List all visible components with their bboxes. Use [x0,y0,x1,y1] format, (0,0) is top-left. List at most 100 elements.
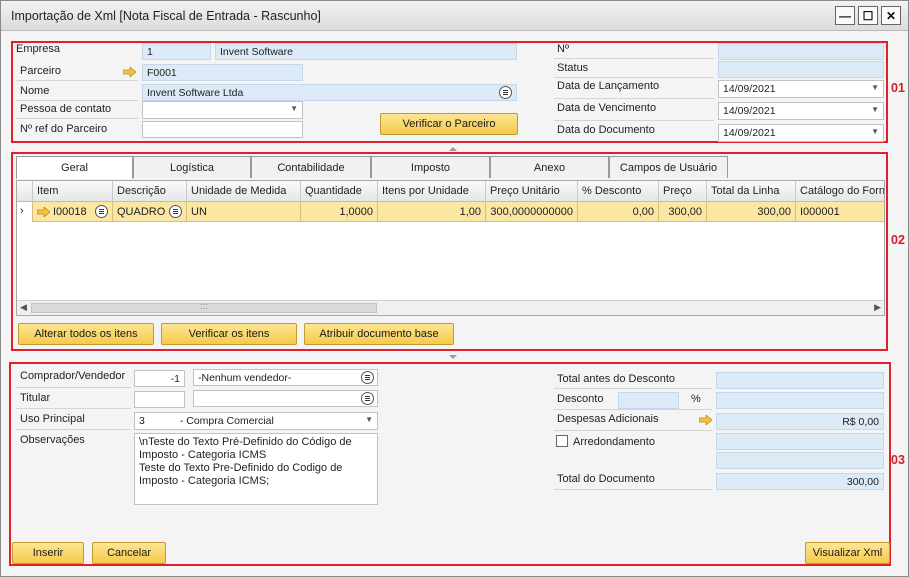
vencimento-date[interactable]: 14/09/2021 ▼ [718,102,884,120]
empresa-code-field[interactable]: 1 [142,43,211,60]
nref-label: Nº ref do Parceiro [20,123,108,135]
contato-label: Pessoa de contato [20,103,112,115]
comprador-name-field[interactable]: -Nenhum vendedor- [193,369,378,386]
scroll-thumb[interactable]: ::: [31,301,377,313]
numero-field[interactable] [718,43,884,60]
cancelar-button[interactable]: Cancelar [92,542,166,564]
alterar-itens-button[interactable]: Alterar todos os itens [18,323,154,345]
documento-label: Data do Documento [557,124,655,136]
cell-preco[interactable]: 300,00 [659,202,707,222]
cell-descricao[interactable]: QUADRO [113,202,187,222]
list-icon[interactable] [169,205,182,218]
verificar-parceiro-button[interactable]: Verificar o Parceiro [380,113,518,135]
chevron-down-icon: ▼ [290,104,298,113]
cell-desconto[interactable]: 0,00 [578,202,659,222]
row-divider [554,388,712,389]
col-desconto[interactable]: % Desconto [578,181,659,202]
desconto-pct-field[interactable] [618,392,679,409]
arredondamento-field[interactable] [716,433,884,450]
cell-itens-unidade[interactable]: 1,00 [378,202,486,222]
col-preco[interactable]: Preço [659,181,707,202]
link-arrow-icon[interactable] [123,67,136,77]
uso-principal-select[interactable]: 3 - Compra Comercial ▼ [134,412,378,430]
col-itens-unidade[interactable]: Itens por Unidade [378,181,486,202]
col-item[interactable]: Item [33,181,113,202]
total-documento-field[interactable]: 300,00 [716,473,884,490]
titular-label: Titular [20,392,51,404]
percent-label: % [691,393,701,405]
comprador-label: Comprador/Vendedor [20,370,126,382]
list-icon[interactable] [95,205,108,218]
documento-date[interactable]: 14/09/2021 ▼ [718,124,884,142]
uso-principal-label: Uso Principal [20,413,85,425]
total-antes-field[interactable] [716,372,884,389]
scroll-right-icon[interactable]: ▶ [874,302,881,313]
list-icon[interactable] [499,86,512,99]
scroll-left-icon[interactable]: ◀ [20,302,27,313]
splitter-up-icon[interactable] [449,147,457,151]
tab-imposto[interactable]: Imposto [371,156,490,178]
tab-campos-usuario[interactable]: Campos de Usuário [609,156,728,178]
link-arrow-icon[interactable] [699,415,712,425]
tab-contabilidade[interactable]: Contabilidade [251,156,371,178]
title-bar[interactable]: Importação de Xml [Nota Fiscal de Entrad… [1,1,908,31]
tab-anexo[interactable]: Anexo [490,156,609,178]
cell-total-linha[interactable]: 300,00 [707,202,796,222]
row-selector[interactable]: › [17,202,33,222]
link-arrow-icon[interactable] [37,207,50,217]
despesas-field[interactable]: R$ 0,00 [716,413,884,430]
col-total-linha[interactable]: Total da Linha [707,181,796,202]
status-field[interactable] [718,61,884,78]
cell-quantidade[interactable]: 1,0000 [301,202,378,222]
window-title: Importação de Xml [Nota Fiscal de Entrad… [11,9,321,23]
visualizar-xml-button[interactable]: Visualizar Xml [805,542,890,564]
arredondamento-checkbox[interactable] [556,435,568,447]
inserir-button[interactable]: Inserir [12,542,84,564]
col-quantidade[interactable]: Quantidade [301,181,378,202]
row-selector-header [17,181,33,202]
empresa-name-field[interactable]: Invent Software [215,43,517,60]
extra-field[interactable] [716,452,884,469]
row-divider [554,489,712,490]
vencimento-label: Data de Vencimento [557,102,657,114]
desconto-value-field[interactable] [716,392,884,409]
cell-preco-unitario[interactable]: 300,0000000000 [486,202,578,222]
col-descricao[interactable]: Descrição [113,181,187,202]
items-grid[interactable]: Item Descrição Unidade de Medida Quantid… [16,180,885,316]
list-icon[interactable] [361,392,374,405]
col-unidade[interactable]: Unidade de Medida [187,181,301,202]
atribuir-documento-button[interactable]: Atribuir documento base [304,323,454,345]
row-divider [554,77,714,78]
maximize-button[interactable]: ☐ [858,6,878,25]
row-divider [16,80,138,81]
close-button[interactable]: ✕ [881,6,901,25]
contato-select[interactable]: ▼ [142,101,303,119]
horizontal-scrollbar[interactable]: ◀ ::: ▶ [17,300,884,315]
section-02-label: 02 [891,233,905,247]
col-catalogo[interactable]: Catálogo do Forne [796,181,884,202]
minimize-button[interactable]: — [835,6,855,25]
parceiro-field[interactable]: F0001 [142,64,303,81]
nref-field[interactable] [142,121,303,138]
table-row[interactable]: › I00018 QUADRO UN 1,0000 1,00 300,00000… [17,202,884,222]
cell-catalogo[interactable]: I000001 [796,202,884,222]
verificar-itens-button[interactable]: Verificar os itens [161,323,297,345]
nome-field[interactable]: Invent Software Ltda [142,84,517,101]
lancamento-date[interactable]: 14/09/2021 ▼ [718,80,884,98]
titular-name-field[interactable] [193,390,378,407]
observacoes-textarea[interactable]: \nTeste do Texto Pré-Definido do Código … [134,433,378,505]
grid-header: Item Descrição Unidade de Medida Quantid… [17,181,884,202]
lancamento-label: Data de Lançamento [557,80,660,92]
splitter-down-icon[interactable] [449,355,457,359]
titular-code-field[interactable] [134,391,185,408]
tab-logistica[interactable]: Logística [133,156,251,178]
total-antes-label: Total antes do Desconto [557,373,676,385]
chevron-down-icon: ▼ [871,83,879,92]
list-icon[interactable] [361,371,374,384]
comprador-code-field[interactable]: -1 [134,370,185,387]
cell-item[interactable]: I00018 [33,202,113,222]
col-preco-unitario[interactable]: Preço Unitário [486,181,578,202]
tab-geral[interactable]: Geral [16,156,133,179]
maximize-icon: ☐ [862,8,874,23]
cell-unidade[interactable]: UN [187,202,301,222]
